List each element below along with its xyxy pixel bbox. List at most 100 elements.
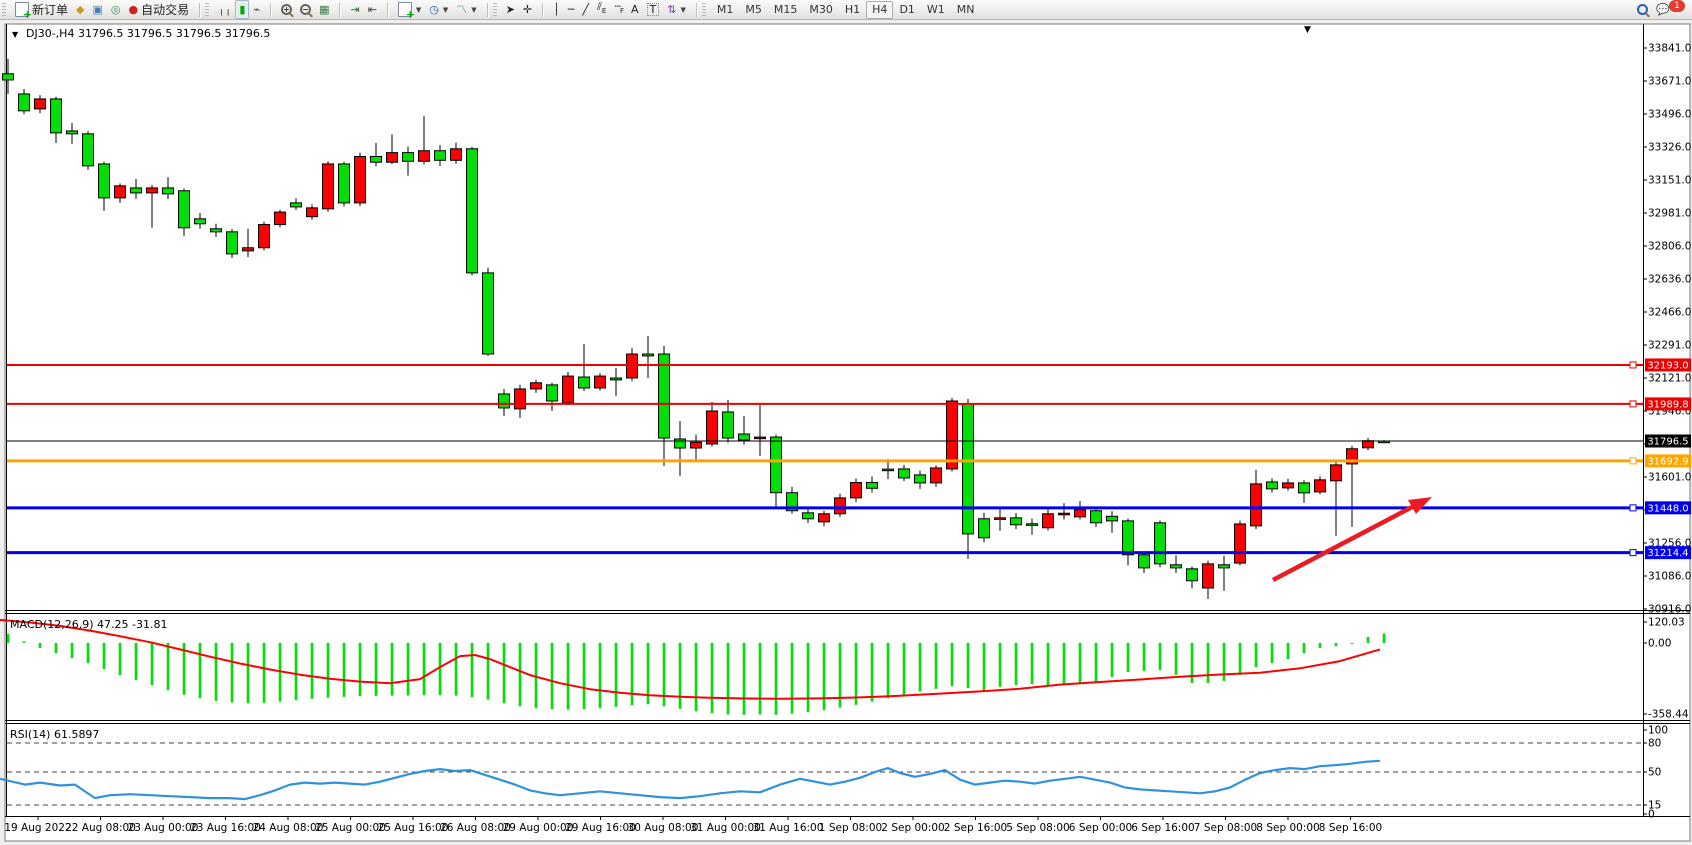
price-badge-label: 31796.5 xyxy=(1647,437,1688,448)
timeframe-w1[interactable]: W1 xyxy=(921,1,951,19)
auto-scroll-button[interactable]: ⇥ xyxy=(346,0,363,19)
hline-handle[interactable] xyxy=(1630,362,1636,368)
svg-text:8 Sep 16:00: 8 Sep 16:00 xyxy=(1319,822,1382,834)
rsi-label: RSI(14) 61.5897 xyxy=(10,728,99,741)
price-chart-canvas[interactable]: 33841.033671.033496.033326.033151.032981… xyxy=(0,20,1692,845)
crosshair-icon: ✛ xyxy=(523,4,532,15)
trendline-icon: ╱ xyxy=(582,4,589,15)
tile-windows-button[interactable]: ▦ xyxy=(315,0,333,19)
svg-text:26 Aug 08:00: 26 Aug 08:00 xyxy=(440,822,511,834)
svg-text:2 Sep 16:00: 2 Sep 16:00 xyxy=(944,822,1007,834)
svg-text:1 Sep 08:00: 1 Sep 08:00 xyxy=(819,822,882,834)
new-order-label: 新订单 xyxy=(32,1,68,18)
vertical-line-button[interactable]: │ xyxy=(549,0,564,19)
charts-window-button[interactable]: ▣ xyxy=(88,0,106,19)
chart-window[interactable]: 33841.033671.033496.033326.033151.032981… xyxy=(0,20,1692,845)
svg-text:25 Aug 16:00: 25 Aug 16:00 xyxy=(378,822,449,834)
cursor-icon: ➤ xyxy=(506,4,515,15)
macd-label: MACD(12,26,9) 47.25 -31.81 xyxy=(10,618,168,631)
timeframe-m15[interactable]: M15 xyxy=(768,1,804,19)
clock-icon: ◷ xyxy=(429,4,439,15)
timeframe-mn[interactable]: MN xyxy=(951,1,981,19)
svg-text:19 Aug 2022: 19 Aug 2022 xyxy=(4,822,71,834)
svg-text:33841.0: 33841.0 xyxy=(1648,43,1691,55)
chevron-down-icon: ▼ xyxy=(680,6,685,14)
trendline-button[interactable]: ╱ xyxy=(578,0,593,19)
svg-text:31086.0: 31086.0 xyxy=(1648,571,1691,583)
signals-button[interactable]: ◎ xyxy=(107,0,125,19)
timeframe-m5[interactable]: M5 xyxy=(739,1,768,19)
svg-text:32466.0: 32466.0 xyxy=(1648,307,1691,319)
svg-text:31 Aug 16:00: 31 Aug 16:00 xyxy=(753,822,824,834)
svg-text:33151.0: 33151.0 xyxy=(1648,175,1691,187)
chart-shift-icon: ⇤ xyxy=(368,4,377,15)
bar-chart-button[interactable]: ╷╷ xyxy=(214,0,235,19)
arrows-dropdown[interactable]: ⇅▼ xyxy=(663,0,690,19)
svg-text:32806.0: 32806.0 xyxy=(1648,241,1691,253)
chevron-down-icon: ▼ xyxy=(471,6,476,14)
svg-text:-358.44: -358.44 xyxy=(1648,709,1689,721)
svg-text:23 Aug 16:00: 23 Aug 16:00 xyxy=(190,822,261,834)
svg-text:0: 0 xyxy=(1648,809,1655,821)
autotrading-button[interactable]: ● 自动交易 xyxy=(125,0,194,19)
chat-bubble-icon: 💬 xyxy=(1656,4,1670,15)
svg-text:23 Aug 00:00: 23 Aug 00:00 xyxy=(128,822,199,834)
candlestick-chart-button[interactable]: ▮ xyxy=(235,0,249,19)
svg-text:33326.0: 33326.0 xyxy=(1648,142,1691,154)
symbol-ohlc-label: DJ30-,H4 31796.5 31796.5 31796.5 31796.5 xyxy=(26,27,270,40)
crosshair-button[interactable]: ✛ xyxy=(519,0,536,19)
search-button[interactable] xyxy=(1633,0,1652,19)
fibonacci-button[interactable]: ┄F xyxy=(610,0,627,19)
arrows-icon: ⇅ xyxy=(667,4,676,15)
timeframe-m30[interactable]: M30 xyxy=(803,1,839,19)
indicators-dropdown[interactable]: 〽▼ xyxy=(452,0,480,19)
timeframe-m1[interactable]: M1 xyxy=(711,1,740,19)
metaeditor-icon: ◆ xyxy=(76,4,84,15)
svg-text:33496.0: 33496.0 xyxy=(1648,109,1691,121)
hline-handle[interactable] xyxy=(1630,550,1636,556)
chart-shift-button[interactable]: ⇤ xyxy=(364,0,381,19)
channel-button[interactable]: ⫽E xyxy=(593,0,610,19)
notifications-button[interactable]: 💬 1 xyxy=(1652,0,1689,19)
hline-handle[interactable] xyxy=(1630,458,1636,464)
svg-text:29 Aug 16:00: 29 Aug 16:00 xyxy=(565,822,636,834)
metaeditor-button[interactable]: ◆ xyxy=(72,0,88,19)
svg-text:24 Aug 08:00: 24 Aug 08:00 xyxy=(253,822,324,834)
zoom-out-button[interactable]: − xyxy=(296,0,315,19)
text-button[interactable]: A xyxy=(627,0,643,19)
svg-text:32121.0: 32121.0 xyxy=(1648,373,1691,385)
tile-windows-icon: ▦ xyxy=(319,4,329,15)
price-badge-label: 31448.0 xyxy=(1647,503,1688,514)
timeframe-h4[interactable]: H4 xyxy=(866,1,893,19)
hline-handle[interactable] xyxy=(1630,401,1636,407)
main-toolbar: 新订单 ◆ ▣ ◎ ● 自动交易 ╷╷ ▮ ⌁ + − ▦ ⇥ ⇤ ▼ ◷▼ 〽… xyxy=(0,0,1692,20)
svg-text:25 Aug 00:00: 25 Aug 00:00 xyxy=(315,822,386,834)
text-label-button[interactable]: T xyxy=(643,0,664,19)
line-chart-icon: ⌁ xyxy=(253,4,260,15)
text-icon: A xyxy=(631,4,639,15)
line-chart-button[interactable]: ⌁ xyxy=(249,0,264,19)
bar-chart-icon: ╷╷ xyxy=(218,4,231,15)
price-badge-label: 31989.8 xyxy=(1647,399,1688,410)
svg-text:5 Sep 08:00: 5 Sep 08:00 xyxy=(1006,822,1069,834)
charts-window-icon: ▣ xyxy=(92,4,102,15)
hline-handle[interactable] xyxy=(1630,505,1636,511)
svg-text:22 Aug 08:00: 22 Aug 08:00 xyxy=(65,822,136,834)
timeframe-h1[interactable]: H1 xyxy=(839,1,866,19)
new-order-button[interactable]: 新订单 xyxy=(11,0,72,19)
horizontal-line-button[interactable]: ─ xyxy=(564,0,579,19)
new-chart-dropdown[interactable]: ▼ xyxy=(394,0,425,19)
zoom-in-button[interactable]: + xyxy=(277,0,296,19)
timeframe-d1[interactable]: D1 xyxy=(893,1,920,19)
svg-text:80: 80 xyxy=(1648,738,1661,750)
cursor-button[interactable]: ➤ xyxy=(502,0,519,19)
text-label-icon: T xyxy=(647,3,660,16)
svg-text:8 Sep 00:00: 8 Sep 00:00 xyxy=(1256,822,1319,834)
svg-text:100: 100 xyxy=(1648,725,1668,737)
scroll-marker[interactable]: ▼ xyxy=(1304,25,1311,35)
period-dropdown[interactable]: ◷▼ xyxy=(425,0,452,19)
svg-text:33671.0: 33671.0 xyxy=(1648,76,1691,88)
autotrading-icon: ● xyxy=(129,4,139,15)
svg-text:50: 50 xyxy=(1648,767,1661,779)
toolbar-grip[interactable] xyxy=(2,3,6,17)
